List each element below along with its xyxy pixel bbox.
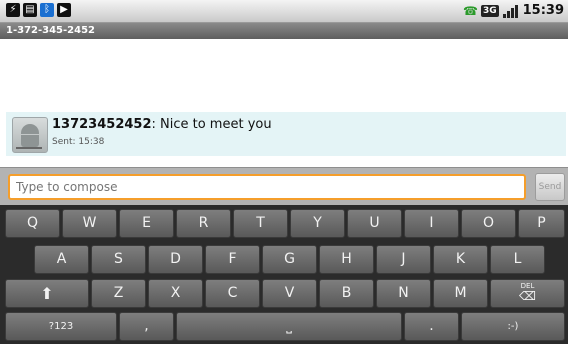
avatar-bar: [16, 147, 42, 149]
delete-key-inner: DEL ⌫: [491, 280, 564, 307]
media-play-icon: ▶: [57, 3, 71, 17]
period-key[interactable]: .: [404, 312, 459, 341]
key-g[interactable]: G: [262, 245, 317, 274]
key-v[interactable]: V: [262, 279, 317, 308]
system-icons: ☎ 3G 15:39: [463, 3, 564, 18]
message-item[interactable]: 13723452452: Nice to meet you Sent: 15:3…: [6, 112, 566, 156]
backspace-icon: ⌫: [519, 289, 536, 303]
usb-icon: ⚡: [6, 3, 20, 17]
space-key[interactable]: ⎵: [176, 312, 402, 341]
key-e[interactable]: E: [119, 209, 174, 238]
status-time: 15:39: [522, 3, 564, 18]
smiley-key[interactable]: :-): [461, 312, 565, 341]
key-b[interactable]: B: [319, 279, 374, 308]
key-y[interactable]: Y: [290, 209, 345, 238]
key-w[interactable]: W: [62, 209, 117, 238]
space-icon: ⎵: [286, 318, 292, 334]
key-q[interactable]: Q: [5, 209, 60, 238]
compose-bar: Send: [0, 167, 568, 206]
sd-card-icon: ▤: [23, 3, 37, 17]
conversation-title: 1-372-345-2452: [0, 23, 568, 39]
delete-key[interactable]: DEL ⌫: [490, 279, 565, 308]
comma-key[interactable]: ,: [119, 312, 174, 341]
key-l[interactable]: L: [490, 245, 545, 274]
android-body: [21, 135, 39, 147]
call-icon: ☎: [462, 3, 478, 18]
key-s[interactable]: S: [91, 245, 146, 274]
key-k[interactable]: K: [433, 245, 488, 274]
key-n[interactable]: N: [376, 279, 431, 308]
message-sender: 13723452452: [52, 117, 152, 132]
key-p[interactable]: P: [518, 209, 565, 238]
shift-key[interactable]: ⬆: [5, 279, 89, 308]
android-head: [21, 124, 39, 134]
send-button[interactable]: Send: [535, 173, 565, 201]
signal-icon: [502, 4, 519, 18]
key-m[interactable]: M: [433, 279, 488, 308]
key-c[interactable]: C: [205, 279, 260, 308]
symbols-key[interactable]: ?123: [5, 312, 117, 341]
message-timestamp: Sent: 15:38: [52, 137, 105, 147]
key-i[interactable]: I: [404, 209, 459, 238]
key-z[interactable]: Z: [91, 279, 146, 308]
shift-icon: ⬆: [40, 284, 54, 303]
avatar[interactable]: [12, 117, 48, 153]
key-t[interactable]: T: [233, 209, 288, 238]
key-a[interactable]: A: [34, 245, 89, 274]
3g-icon: 3G: [480, 4, 499, 17]
message-body: : Nice to meet you: [151, 117, 272, 132]
status-bar: ⚡ ▤ ᛒ ▶ ☎ 3G 15:39: [0, 0, 568, 23]
bluetooth-icon: ᛒ: [40, 3, 54, 17]
key-o[interactable]: O: [461, 209, 516, 238]
key-x[interactable]: X: [148, 279, 203, 308]
key-d[interactable]: D: [148, 245, 203, 274]
key-u[interactable]: U: [347, 209, 402, 238]
key-r[interactable]: R: [176, 209, 231, 238]
notification-icons: ⚡ ▤ ᛒ ▶: [6, 3, 71, 17]
message-text: 13723452452: Nice to meet you: [52, 117, 272, 132]
conversation-list[interactable]: 13723452452: Nice to meet you Sent: 15:3…: [0, 39, 568, 167]
key-j[interactable]: J: [376, 245, 431, 274]
compose-input[interactable]: [8, 174, 526, 200]
key-h[interactable]: H: [319, 245, 374, 274]
key-f[interactable]: F: [205, 245, 260, 274]
soft-keyboard: Q W E R T Y U I O P A S D F G H J K L ⬆ …: [0, 205, 568, 344]
